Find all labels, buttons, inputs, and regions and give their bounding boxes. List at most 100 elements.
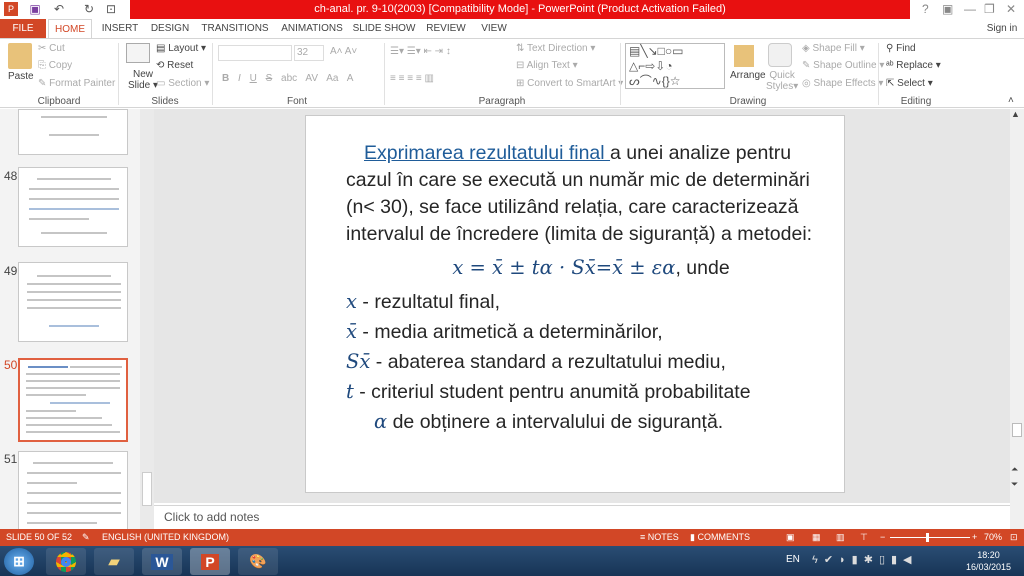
reading-view-icon[interactable]: ▥ bbox=[836, 529, 845, 546]
spellcheck-icon[interactable]: ✎ bbox=[82, 529, 90, 546]
thumbnails-scrollbar[interactable] bbox=[140, 109, 154, 529]
cut-button[interactable]: ✂ Cut bbox=[38, 43, 65, 54]
smartart-button[interactable]: ⊞ Convert to SmartArt ▾ bbox=[516, 78, 623, 89]
zoom-slider-thumb[interactable] bbox=[926, 533, 929, 542]
reset-button[interactable]: ⟲ Reset bbox=[156, 60, 193, 71]
thumbnail-number: 49 bbox=[4, 264, 18, 278]
thumbnail-51[interactable] bbox=[18, 451, 128, 529]
quick-styles-button[interactable]: Quick Styles▾ bbox=[766, 70, 798, 92]
redo-icon[interactable]: ↻ bbox=[82, 2, 96, 16]
layout-button[interactable]: ▤ Layout ▾ bbox=[156, 43, 206, 54]
language-indicator[interactable]: ENGLISH (UNITED KINGDOM) bbox=[102, 529, 229, 546]
tab-design[interactable]: DESIGN bbox=[148, 19, 192, 39]
zoom-in-icon[interactable]: + bbox=[972, 529, 977, 546]
tab-transitions[interactable]: TRANSITIONS bbox=[200, 19, 270, 39]
select-button[interactable]: ⇱ Select ▾ bbox=[886, 78, 933, 89]
ribbon: Paste ✂ Cut ⎘ Copy ✎ Format Painter Clip… bbox=[0, 38, 1024, 108]
new-slide-icon[interactable] bbox=[126, 43, 150, 63]
file-explorer-icon[interactable]: ▰ bbox=[94, 548, 134, 575]
align-text-button[interactable]: ⊟ Align Text ▾ bbox=[516, 60, 578, 71]
slide-50[interactable]: Exprimarea rezultatului final a unei ana… bbox=[305, 115, 845, 493]
intro-paragraph: Exprimarea rezultatului final a unei ana… bbox=[346, 140, 836, 248]
arrange-icon[interactable] bbox=[734, 45, 754, 67]
tab-insert[interactable]: INSERT bbox=[98, 19, 142, 39]
next-slide-icon[interactable]: ⏷ bbox=[1011, 479, 1018, 490]
tab-view[interactable]: VIEW bbox=[476, 19, 512, 39]
replace-button[interactable]: ᵃᵇ Replace ▾ bbox=[886, 60, 941, 71]
chrome-icon[interactable] bbox=[46, 548, 86, 575]
grow-font-icon[interactable]: A˄ A˅ bbox=[330, 46, 357, 57]
scroll-thumb[interactable] bbox=[142, 472, 152, 506]
slide-counter: SLIDE 50 OF 52 bbox=[6, 532, 73, 542]
font-name-input[interactable] bbox=[218, 45, 292, 61]
system-tray-icons[interactable]: ϟ✔◗▮✱▯▮◀ bbox=[812, 553, 918, 566]
paste-icon[interactable] bbox=[8, 43, 32, 69]
link-exprimarea[interactable]: Exprimarea rezultatului final bbox=[364, 142, 610, 164]
slide-scrollbar[interactable]: ▲ ⏶ ⏷ bbox=[1010, 109, 1024, 529]
input-language[interactable]: EN bbox=[786, 554, 800, 565]
thumbnail-49[interactable] bbox=[18, 262, 128, 342]
tab-review[interactable]: REVIEW bbox=[424, 19, 468, 39]
find-button[interactable]: ⚲ Find bbox=[886, 43, 916, 54]
format-painter-button[interactable]: ✎ Format Painter bbox=[38, 78, 115, 89]
tab-animations[interactable]: ANIMATIONS bbox=[278, 19, 346, 39]
tab-slide-show[interactable]: SLIDE SHOW bbox=[352, 19, 416, 39]
text-direction-button[interactable]: ⇅ Text Direction ▾ bbox=[516, 43, 595, 54]
shapes-gallery[interactable]: ▤╲↘□○▭ △⌐⇨⇩◔ ᔕ⌒∿{}☆ bbox=[625, 43, 725, 89]
shape-outline-button[interactable]: ✎ Shape Outline ▾ bbox=[802, 60, 884, 71]
zoom-out-icon[interactable]: − bbox=[880, 529, 885, 546]
normal-view-icon[interactable]: ▣ bbox=[786, 529, 795, 546]
copy-button[interactable]: ⎘ Copy bbox=[38, 60, 72, 71]
save-icon[interactable]: ▣ bbox=[28, 2, 42, 16]
help-button[interactable]: ? bbox=[922, 2, 929, 16]
font-format-buttons[interactable]: B I U S abc AV Aa A bbox=[222, 73, 353, 84]
notes-input[interactable]: Click to add notes bbox=[154, 505, 1010, 529]
undo-icon[interactable]: ↶ bbox=[52, 2, 66, 16]
font-size-input[interactable]: 32 bbox=[294, 45, 324, 61]
arrange-button[interactable]: Arrange bbox=[730, 70, 766, 81]
notes-button[interactable]: ≡ NOTES bbox=[640, 529, 679, 546]
tab-home[interactable]: HOME bbox=[48, 19, 92, 39]
scroll-thumb[interactable] bbox=[1012, 423, 1022, 437]
section-button[interactable]: ▭ Section ▾ bbox=[156, 78, 209, 89]
paint-icon[interactable]: 🎨 bbox=[238, 548, 278, 575]
zoom-level[interactable]: 70% bbox=[984, 529, 1002, 546]
word-icon[interactable]: W bbox=[142, 548, 182, 575]
ribbon-display-icon[interactable]: ▣ bbox=[942, 2, 953, 16]
list-buttons[interactable]: ☰▾ ☰▾ ⇤ ⇥ ↕ bbox=[390, 46, 451, 57]
thumbnail-47[interactable] bbox=[18, 109, 128, 155]
thumbnail-50-selected[interactable] bbox=[18, 358, 128, 442]
fit-slide-icon[interactable]: ⊡ bbox=[1010, 529, 1018, 546]
title-bar: P ▣ ↶ ↻ ⊡ ch-anal. pr. 9-10(2003) [Compa… bbox=[0, 0, 1024, 19]
close-button[interactable]: ✕ bbox=[1006, 2, 1016, 16]
new-slide-button[interactable]: New Slide ▾ bbox=[128, 69, 158, 91]
definition-item: Sx̄ - abaterea standard a rezultatului m… bbox=[346, 350, 726, 373]
definition-item: x - rezultatul final, bbox=[346, 290, 501, 313]
slideshow-view-icon[interactable]: ⊤ bbox=[860, 529, 868, 546]
minimize-button[interactable]: — bbox=[964, 2, 976, 16]
sign-in-link[interactable]: Sign in bbox=[980, 19, 1024, 39]
ribbon-tabs: FILE HOME INSERT DESIGN TRANSITIONS ANIM… bbox=[0, 19, 1024, 39]
group-label-font: Font bbox=[286, 96, 307, 107]
tab-file[interactable]: FILE bbox=[0, 19, 46, 39]
quick-styles-icon[interactable] bbox=[768, 43, 792, 67]
prev-slide-icon[interactable]: ⏶ bbox=[1011, 464, 1018, 475]
restore-button[interactable]: ❐ bbox=[984, 2, 995, 16]
comments-button[interactable]: ▮ COMMENTS bbox=[690, 529, 750, 546]
collapse-ribbon-icon[interactable]: ˄ bbox=[1008, 95, 1014, 106]
clock[interactable]: 18:20 16/03/2015 bbox=[966, 549, 1011, 573]
shape-fill-button[interactable]: ◈ Shape Fill ▾ bbox=[802, 43, 865, 54]
slide-thumbnails-pane[interactable]: 48 49 50 51 bbox=[0, 109, 140, 529]
start-button[interactable]: ⊞ bbox=[4, 548, 34, 575]
scroll-up-icon[interactable]: ▲ bbox=[1011, 109, 1020, 119]
align-buttons[interactable]: ≡ ≡ ≡ ≡ ▥ bbox=[390, 73, 434, 84]
group-label-editing: Editing bbox=[900, 96, 932, 107]
slide-body-text[interactable]: Exprimarea rezultatului final a unei ana… bbox=[346, 140, 836, 437]
zoom-slider[interactable] bbox=[890, 537, 970, 538]
slide-sorter-icon[interactable]: ▦ bbox=[812, 529, 821, 546]
slideshow-icon[interactable]: ⊡ bbox=[104, 2, 118, 16]
shape-effects-button[interactable]: ◎ Shape Effects ▾ bbox=[802, 78, 883, 89]
powerpoint-icon[interactable]: P bbox=[190, 548, 230, 575]
paste-button[interactable]: Paste bbox=[8, 71, 34, 82]
thumbnail-48[interactable] bbox=[18, 167, 128, 247]
